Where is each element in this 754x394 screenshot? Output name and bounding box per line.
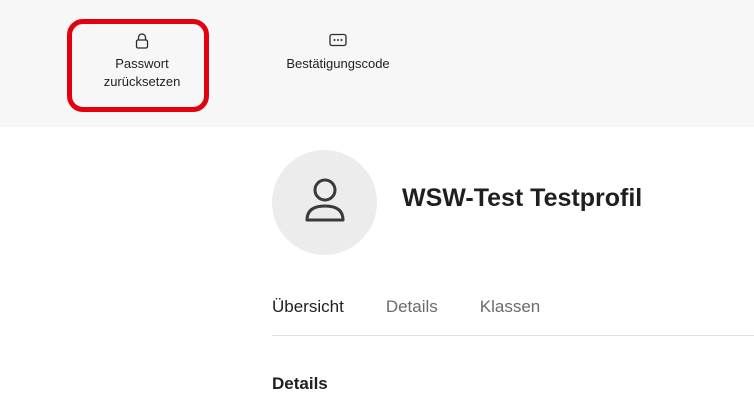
profile-page: Passwort zurücksetzen Bestätigungscode W…: [0, 0, 754, 394]
tab-overview[interactable]: Übersicht: [272, 297, 344, 317]
reset-password-button[interactable]: Passwort zurücksetzen: [92, 33, 192, 91]
confirmation-code-label: Bestätigungscode: [286, 56, 390, 71]
avatar: [272, 150, 377, 255]
user-icon: [303, 176, 347, 229]
profile-tabs: Übersicht Details Klassen: [272, 297, 540, 317]
reset-password-label-line2: zurücksetzen: [103, 74, 181, 89]
details-heading: Details: [272, 374, 328, 393]
tab-details[interactable]: Details: [386, 297, 438, 317]
dots-box-icon: [329, 33, 347, 55]
tabs-divider: [272, 335, 754, 336]
profile-name: WSW-Test Testprofil: [402, 184, 643, 212]
action-toolbar: Passwort zurücksetzen Bestätigungscode: [0, 0, 754, 127]
confirmation-code-button[interactable]: Bestätigungscode: [268, 33, 408, 73]
tab-classes[interactable]: Klassen: [480, 297, 540, 317]
reset-password-label-line1: Passwort: [115, 56, 169, 71]
lock-icon: [135, 33, 149, 55]
